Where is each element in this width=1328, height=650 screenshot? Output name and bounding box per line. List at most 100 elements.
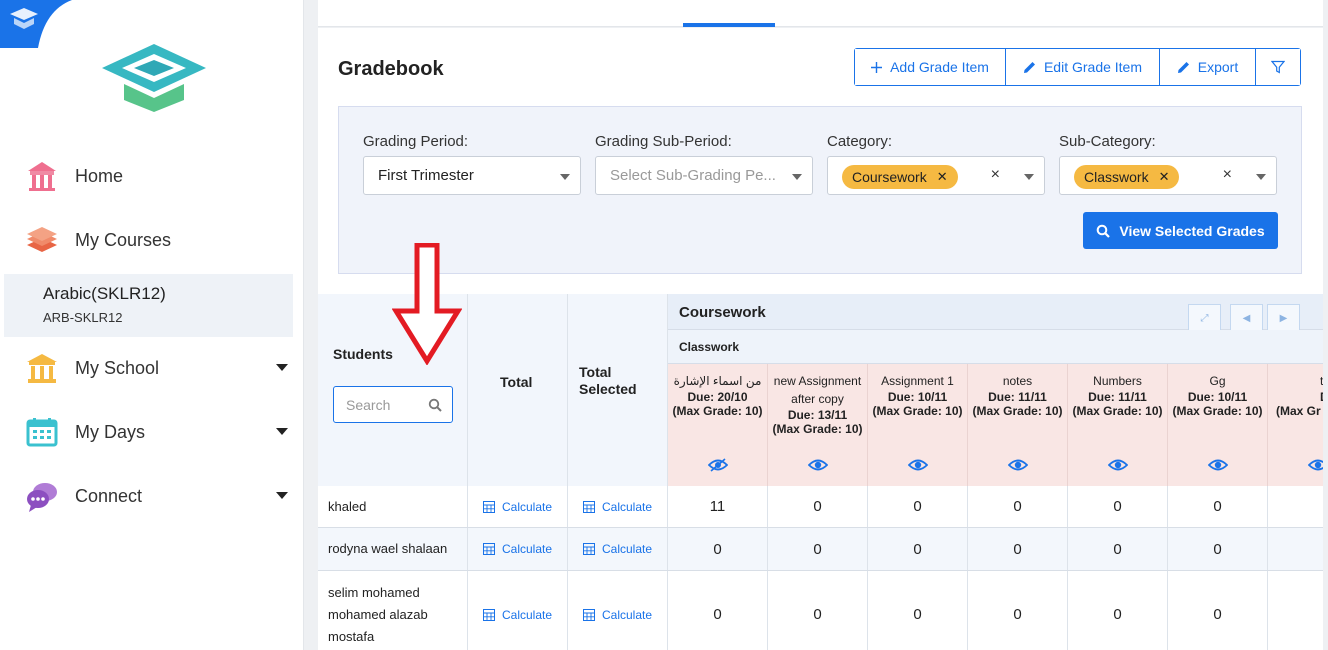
calculate-total-link[interactable]: Calculate [468, 486, 568, 527]
edit-grade-item-button[interactable]: Edit Grade Item [1006, 49, 1160, 85]
assignment-name: test [1320, 374, 1323, 388]
assignment-column-header[interactable]: new Assignment after copy Due: 13/11 (Ma… [768, 364, 868, 486]
scroll-right-icon[interactable]: ▶ [1267, 304, 1300, 333]
sub-category-chip[interactable]: Classwork ✕ [1074, 165, 1180, 189]
corner-logo-icon[interactable] [0, 0, 72, 48]
grade-cell[interactable]: 0 [768, 486, 868, 527]
eye-slash-icon[interactable] [707, 458, 729, 477]
category-chip[interactable]: Coursework ✕ [842, 165, 958, 189]
eye-icon[interactable] [907, 458, 929, 477]
course-code: ARB-SKLR12 [43, 310, 123, 325]
table-row: selim mohamed mohamed alazab mostafa Calc… [318, 571, 1323, 650]
grade-cell[interactable]: 0 [968, 571, 1068, 650]
view-selected-grades-button[interactable]: View Selected Grades [1083, 212, 1278, 249]
calculate-label: Calculate [601, 499, 653, 514]
calculate-label: Calculate [601, 607, 653, 622]
chevron-down-icon [560, 174, 570, 180]
eye-icon[interactable] [1007, 458, 1029, 477]
student-search-box[interactable] [333, 386, 453, 423]
assignment-name: Assignment 1 [881, 374, 954, 388]
grade-cell[interactable]: 0 [668, 571, 768, 650]
category-band-label: Coursework [679, 304, 766, 321]
expand-icon[interactable]: ⤢ [1188, 304, 1221, 333]
grade-cell[interactable]: 0 [868, 528, 968, 570]
gradebook-grid: Students Total Total Selected Coursework… [318, 294, 1323, 650]
eye-icon[interactable] [1207, 458, 1229, 477]
grading-period-label: Grading Period: [363, 133, 469, 150]
gradebook-panel: Gradebook Add Grade Item Edit Grade Item… [318, 28, 1323, 650]
chevron-down-icon[interactable] [276, 492, 288, 499]
pencil-icon [1177, 61, 1190, 74]
assignment-column-header[interactable]: Gg Due: 10/11 (Max Grade: 10) [1168, 364, 1268, 486]
sidebar-course-item[interactable]: Arabic(SKLR12) ARB-SKLR12 [4, 274, 293, 337]
active-tab-indicator [683, 23, 775, 27]
grade-cell[interactable]: 0 [768, 528, 868, 570]
calculate-total-selected-link[interactable]: Calculate [568, 571, 668, 650]
clear-icon[interactable]: × [991, 166, 1000, 184]
sidebar-item-my-days[interactable]: My Days [0, 408, 304, 456]
filter-button[interactable] [1256, 49, 1300, 85]
grade-cell[interactable]: 0 [1168, 528, 1268, 570]
calculator-icon [582, 543, 595, 555]
chevron-down-icon[interactable] [276, 364, 288, 371]
calculate-label: Calculate [501, 542, 553, 556]
category-select[interactable]: Coursework ✕ × [827, 156, 1045, 195]
grading-sub-period-placeholder: Select Sub-Grading Pe... [610, 167, 776, 184]
grade-cell[interactable]: 0 [668, 528, 768, 570]
grade-cell[interactable]: 0 [968, 528, 1068, 570]
calculator-icon [582, 608, 595, 621]
chip-remove-icon[interactable]: ✕ [1159, 169, 1170, 185]
total-header: Total [468, 294, 568, 486]
calculate-total-link[interactable]: Calculate [468, 528, 568, 570]
grade-cell[interactable]: 11 [668, 486, 768, 527]
school-icon [24, 350, 60, 386]
assignment-column-header[interactable]: Assignment 1 Due: 10/11 (Max Grade: 10) [868, 364, 968, 486]
grade-cell[interactable]: 0 [1068, 571, 1168, 650]
assignment-max-grade: (Max Grade: 10) [772, 422, 863, 436]
assignment-column-header[interactable]: من اسماء الإشارة Due: 20/10 (Max Grade: … [668, 364, 768, 486]
sidebar-item-my-school[interactable]: My School [0, 344, 304, 392]
total-header-label: Total [500, 374, 533, 390]
calculate-total-selected-link[interactable]: Calculate [568, 528, 668, 570]
chip-remove-icon[interactable]: ✕ [937, 169, 948, 185]
grade-cell[interactable]: 0 [1168, 571, 1268, 650]
sidebar-item-home[interactable]: Home [0, 152, 304, 200]
eye-icon[interactable] [1307, 458, 1323, 477]
eye-icon[interactable] [1107, 458, 1129, 477]
subcategory-band: Classwork [668, 330, 1323, 364]
assignment-due: Due: 11/11 [988, 390, 1047, 404]
sidebar-item-my-courses[interactable]: My Courses [0, 216, 304, 264]
student-name[interactable]: selim mohamed mohamed alazab mostafa [318, 571, 468, 650]
sidebar-item-connect[interactable]: Connect [0, 472, 304, 520]
scroll-left-icon[interactable]: ◀ [1230, 304, 1263, 333]
calculate-total-selected-link[interactable]: Calculate [568, 486, 668, 527]
sub-category-select[interactable]: Classwork ✕ × [1059, 156, 1277, 195]
eye-icon[interactable] [807, 458, 829, 477]
grade-cell[interactable]: 0 [768, 571, 868, 650]
grading-sub-period-select[interactable]: Select Sub-Grading Pe... [595, 156, 813, 195]
export-button[interactable]: Export [1160, 49, 1256, 85]
grade-cell[interactable]: 0 [1068, 528, 1168, 570]
grade-cell[interactable]: 0 [1268, 571, 1328, 650]
student-name[interactable]: khaled [318, 486, 468, 527]
assignment-max-grade: (Max Grade: 10) [672, 404, 763, 418]
grade-cell[interactable]: 0 [1168, 486, 1268, 527]
student-search-input[interactable] [346, 395, 426, 415]
add-grade-item-button[interactable]: Add Grade Item [855, 49, 1006, 85]
grade-cell[interactable]: 0 [1068, 486, 1168, 527]
grade-cell[interactable]: 0 [868, 571, 968, 650]
grading-period-select[interactable]: First Trimester [363, 156, 581, 195]
assignment-name: Numbers [1093, 374, 1142, 388]
assignment-column-header[interactable]: test Due: 1 (Max Gr [1268, 364, 1323, 486]
clear-icon[interactable]: × [1223, 166, 1232, 184]
grade-cell[interactable]: 0 [1268, 528, 1328, 570]
student-name[interactable]: rodyna wael shalaan [318, 528, 468, 570]
calculate-total-link[interactable]: Calculate [468, 571, 568, 650]
grade-cell[interactable]: 0 [1268, 486, 1328, 527]
assignment-column-header[interactable]: notes Due: 11/11 (Max Grade: 10) [968, 364, 1068, 486]
chevron-down-icon[interactable] [276, 428, 288, 435]
chat-icon [24, 478, 60, 514]
assignment-column-header[interactable]: Numbers Due: 11/11 (Max Grade: 10) [1068, 364, 1168, 486]
grade-cell[interactable]: 0 [968, 486, 1068, 527]
grade-cell[interactable]: 0 [868, 486, 968, 527]
